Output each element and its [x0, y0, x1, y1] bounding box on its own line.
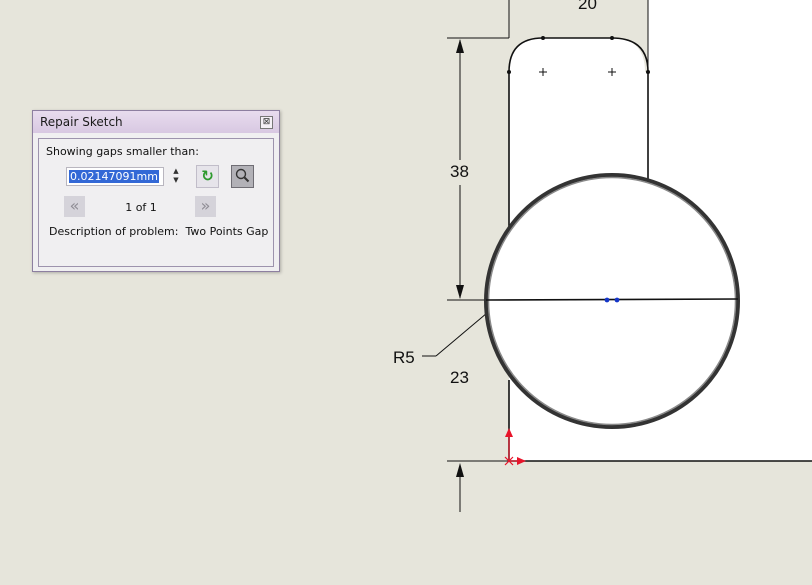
- close-button[interactable]: ⊠: [260, 116, 273, 129]
- repair-sketch-dialog: Repair Sketch ⊠ Showing gaps smaller tha…: [32, 110, 280, 272]
- dialog-title-bar[interactable]: Repair Sketch ⊠: [33, 111, 279, 133]
- gap-value-spinner[interactable]: ▲ ▼: [171, 167, 181, 185]
- dim-arrow: [456, 39, 464, 53]
- double-right-icon: »: [200, 196, 211, 215]
- radius-leader: [435, 312, 488, 357]
- refresh-icon: ↻: [201, 167, 214, 185]
- description-label: Description of problem:: [49, 225, 179, 238]
- gap-value-input[interactable]: 0.02147091mm: [66, 167, 164, 186]
- dim-text-23[interactable]: 23: [450, 368, 469, 388]
- next-button[interactable]: »: [195, 196, 216, 217]
- gap-value-text: 0.02147091mm: [69, 170, 159, 183]
- spin-down-icon[interactable]: ▼: [171, 176, 181, 185]
- gap-point[interactable]: [614, 297, 620, 303]
- dim-arrow: [456, 463, 464, 477]
- sketch-point[interactable]: [507, 70, 511, 74]
- dim-text-top[interactable]: 20: [578, 0, 597, 14]
- spin-up-icon[interactable]: ▲: [171, 167, 181, 176]
- sketch-canvas[interactable]: [0, 0, 812, 585]
- dim-text-r5[interactable]: R5: [393, 348, 415, 368]
- close-icon: ⊠: [262, 117, 271, 127]
- sketch-point[interactable]: [541, 36, 545, 40]
- double-left-icon: «: [69, 196, 80, 215]
- dialog-body: Showing gaps smaller than: 0.02147091mm …: [38, 138, 274, 267]
- centerline[interactable]: [485, 298, 739, 301]
- dim-arrow: [456, 285, 464, 299]
- description-value: Two Points Gap: [185, 225, 269, 238]
- gap-point[interactable]: [604, 297, 610, 303]
- pager-status: 1 of 1: [125, 201, 157, 214]
- circle-entity[interactable]: [484, 173, 740, 429]
- dialog-title: Repair Sketch: [40, 115, 123, 129]
- sketch-point[interactable]: [646, 70, 650, 74]
- refresh-button[interactable]: ↻: [196, 165, 219, 188]
- problem-description: Description of problem: Two Points Gap: [49, 225, 268, 238]
- magnifier-icon: [235, 168, 250, 183]
- gaps-label: Showing gaps smaller than:: [46, 145, 199, 158]
- previous-button[interactable]: «: [64, 196, 85, 217]
- sketch-point[interactable]: [610, 36, 614, 40]
- zoom-to-gap-button[interactable]: [231, 165, 254, 188]
- dim-text-38[interactable]: 38: [450, 162, 469, 182]
